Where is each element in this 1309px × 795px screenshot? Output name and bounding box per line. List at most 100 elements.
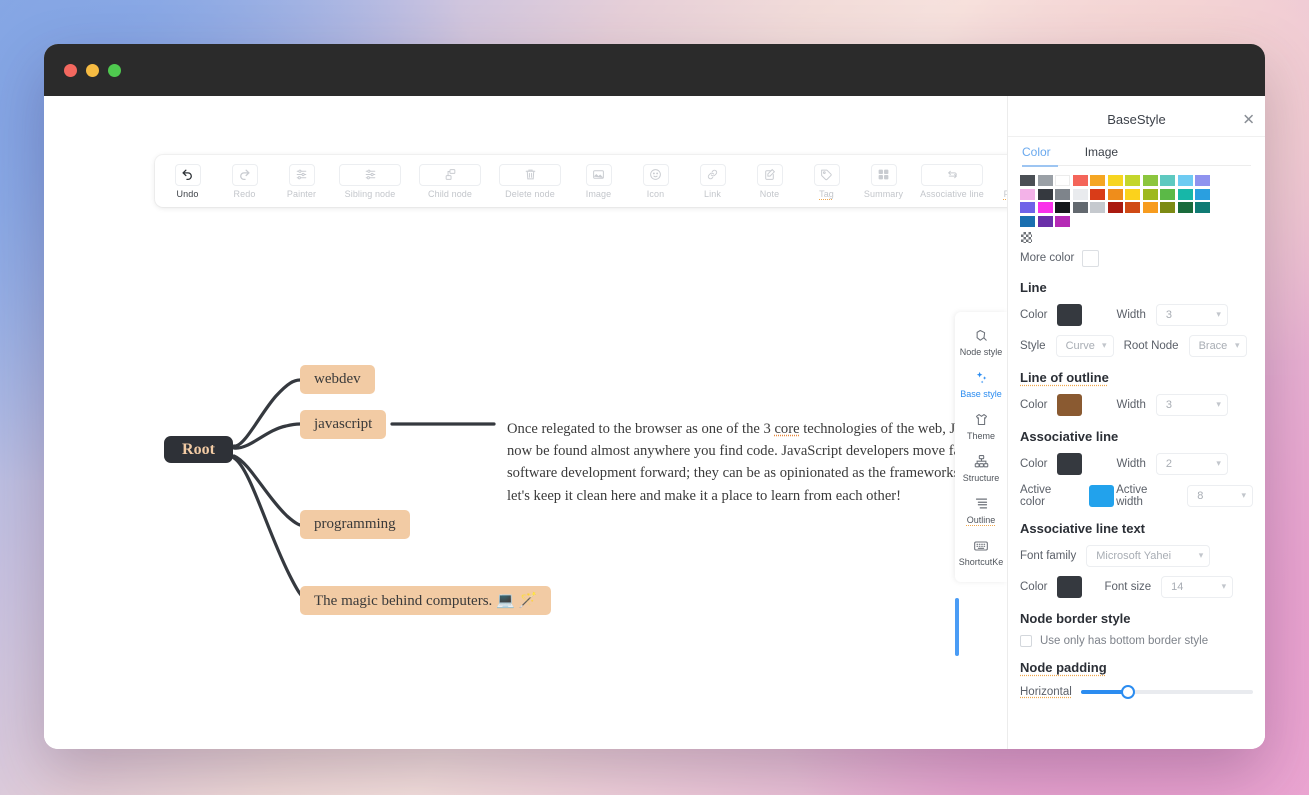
mindmap-node-programming[interactable]: programming — [300, 510, 410, 539]
color-swatch[interactable] — [1107, 175, 1123, 186]
line-width-select[interactable]: 3 ▾ — [1155, 303, 1228, 326]
color-swatch[interactable] — [1037, 175, 1053, 186]
tab-image[interactable]: Image — [1085, 145, 1118, 165]
color-swatch[interactable] — [1072, 188, 1088, 200]
line-style-row: Style Curve ▾ Root Node Brace ▾ — [1020, 334, 1253, 357]
color-swatch[interactable] — [1072, 175, 1088, 186]
color-swatch[interactable] — [1160, 175, 1175, 186]
color-swatch[interactable] — [1055, 175, 1070, 186]
color-swatch[interactable] — [1107, 202, 1123, 214]
color-swatch[interactable] — [1125, 188, 1140, 200]
slider-fill — [1080, 689, 1127, 694]
sidebar-item-base-style[interactable]: Base style — [955, 362, 1007, 404]
line-style-select[interactable]: Curve ▾ — [1055, 334, 1114, 357]
node-label: programming — [314, 516, 396, 532]
sidebar-item-shortcut-key[interactable]: ShortcutKe — [955, 530, 1007, 572]
assoc-active-color-label: Active color — [1020, 483, 1052, 508]
sidebar-item-structure[interactable]: Structure — [955, 446, 1007, 488]
line-width-label: Width — [1116, 308, 1146, 321]
section-title-associative-line-text: Associative line text — [1020, 520, 1145, 536]
assoc-color-row: Color Width 2 ▾ — [1020, 452, 1253, 475]
assoc-active-color-swatch[interactable] — [1089, 484, 1115, 507]
bottom-border-checkbox-label: Use only has bottom border style — [1040, 634, 1209, 647]
color-swatch[interactable] — [1020, 175, 1035, 186]
color-swatch[interactable] — [1142, 202, 1158, 214]
chevron-down-icon: ▾ — [1235, 340, 1240, 351]
mindmap-tree[interactable]: Root webdev javascript programming The m… — [44, 96, 1007, 749]
assoc-text-color-row: Color Font size 14 ▾ — [1020, 575, 1253, 598]
color-swatch[interactable] — [1177, 175, 1193, 186]
minimize-window-button[interactable] — [86, 63, 99, 77]
node-label: javascript — [314, 416, 373, 432]
sidebar-item-theme[interactable]: Theme — [955, 404, 1007, 446]
theme-shirt-icon — [974, 411, 989, 428]
color-swatch[interactable] — [1142, 188, 1158, 200]
color-swatch[interactable] — [1090, 188, 1105, 200]
bottom-border-checkbox-row[interactable]: Use only has bottom border style — [1020, 634, 1253, 647]
close-window-button[interactable] — [64, 63, 77, 77]
color-swatch[interactable] — [1055, 188, 1070, 200]
color-swatch[interactable] — [1037, 202, 1053, 214]
assoc-color-swatch[interactable] — [1057, 452, 1083, 475]
color-swatch[interactable] — [1055, 215, 1070, 227]
color-swatch[interactable] — [1020, 188, 1035, 200]
line-color-swatch[interactable] — [1057, 303, 1083, 326]
node-style-icon — [974, 327, 989, 344]
mindmap-note-text[interactable]: Once relegated to the browser as one of … — [507, 418, 1007, 507]
assoc-active-width-select[interactable]: 8 ▾ — [1187, 484, 1254, 507]
mindmap-node-webdev[interactable]: webdev — [300, 365, 375, 394]
root-node-label: Root Node — [1123, 339, 1179, 352]
outline-color-swatch[interactable] — [1057, 393, 1083, 416]
maximize-window-button[interactable] — [108, 63, 121, 77]
line-style-value: Curve — [1065, 339, 1095, 352]
color-swatch[interactable] — [1125, 202, 1140, 214]
mindmap-root-node[interactable]: Root — [164, 436, 233, 463]
more-color-label: More color — [1020, 252, 1075, 265]
more-color-row: More color — [1020, 249, 1253, 267]
root-node-value: Brace — [1198, 339, 1228, 352]
close-icon[interactable]: ✕ — [1242, 112, 1255, 127]
mindmap-canvas[interactable]: Undo Redo Painter Sibling node Child nod… — [44, 96, 1007, 749]
color-swatch[interactable] — [1160, 202, 1175, 214]
sidebar-item-node-style[interactable]: Node style — [955, 320, 1007, 362]
mindmap-node-magic[interactable]: The magic behind computers. 💻 🪄 — [300, 586, 552, 615]
color-swatch[interactable] — [1037, 188, 1053, 200]
section-title-line: Line — [1020, 279, 1047, 295]
app-body: Undo Redo Painter Sibling node Child nod… — [44, 96, 1265, 749]
note-spellcheck-word: core — [774, 421, 800, 437]
more-color-swatch[interactable] — [1082, 249, 1100, 267]
transparent-checker-icon[interactable] — [1021, 231, 1032, 243]
color-swatch[interactable] — [1195, 188, 1210, 200]
color-swatch[interactable] — [1072, 202, 1088, 214]
window-titlebar — [44, 44, 1265, 96]
color-swatch[interactable] — [1160, 188, 1175, 200]
root-node-select[interactable]: Brace ▾ — [1188, 334, 1247, 357]
color-swatch[interactable] — [1020, 202, 1035, 214]
sidebar-item-label: Structure — [962, 473, 1000, 483]
slider-knob[interactable] — [1120, 684, 1135, 699]
color-swatch[interactable] — [1107, 188, 1123, 200]
assoc-text-color-swatch[interactable] — [1057, 575, 1083, 598]
mindmap-node-javascript[interactable]: javascript — [300, 410, 387, 439]
color-swatch[interactable] — [1090, 175, 1105, 186]
color-swatch[interactable] — [1055, 202, 1070, 214]
font-size-select[interactable]: 14 ▾ — [1161, 575, 1234, 598]
outline-color-row: Color Width 3 ▾ — [1020, 393, 1253, 416]
color-swatch[interactable] — [1195, 202, 1210, 214]
sidebar-item-label: Base style — [960, 389, 1002, 399]
font-family-select[interactable]: Microsoft Yahei ▾ — [1086, 544, 1211, 567]
color-swatch[interactable] — [1177, 202, 1193, 214]
color-swatch[interactable] — [1090, 202, 1105, 214]
bottom-border-checkbox[interactable] — [1020, 634, 1032, 647]
color-swatch[interactable] — [1142, 175, 1158, 186]
assoc-width-select[interactable]: 2 ▾ — [1155, 452, 1228, 475]
outline-width-select[interactable]: 3 ▾ — [1155, 393, 1228, 416]
tab-color[interactable]: Color — [1022, 145, 1051, 165]
color-swatch[interactable] — [1177, 188, 1193, 200]
sidebar-item-outline[interactable]: Outline — [955, 488, 1007, 530]
color-swatch[interactable] — [1125, 175, 1140, 186]
color-swatch[interactable] — [1037, 215, 1053, 227]
horizontal-padding-slider[interactable] — [1080, 684, 1253, 699]
color-swatch[interactable] — [1195, 175, 1210, 186]
color-swatch[interactable] — [1020, 215, 1035, 227]
